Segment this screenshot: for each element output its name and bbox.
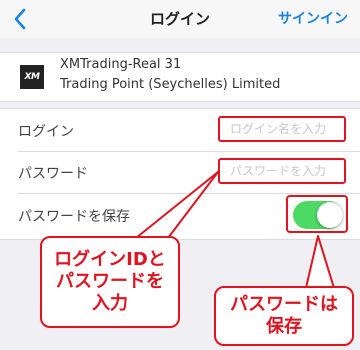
callout-save-pointer: [305, 235, 335, 289]
callout-input: ログインIDと パスワードを 入力: [40, 236, 180, 328]
callout-line: ログインIDと: [54, 249, 166, 270]
callout-save: パスワードは 保存: [214, 286, 354, 346]
callout-line: 入力: [92, 293, 128, 314]
callout-input-pointer: [135, 171, 219, 239]
callout-line: パスワードを: [56, 271, 164, 292]
callout-line: パスワードは: [230, 294, 338, 315]
callout-line: 保存: [266, 316, 302, 337]
